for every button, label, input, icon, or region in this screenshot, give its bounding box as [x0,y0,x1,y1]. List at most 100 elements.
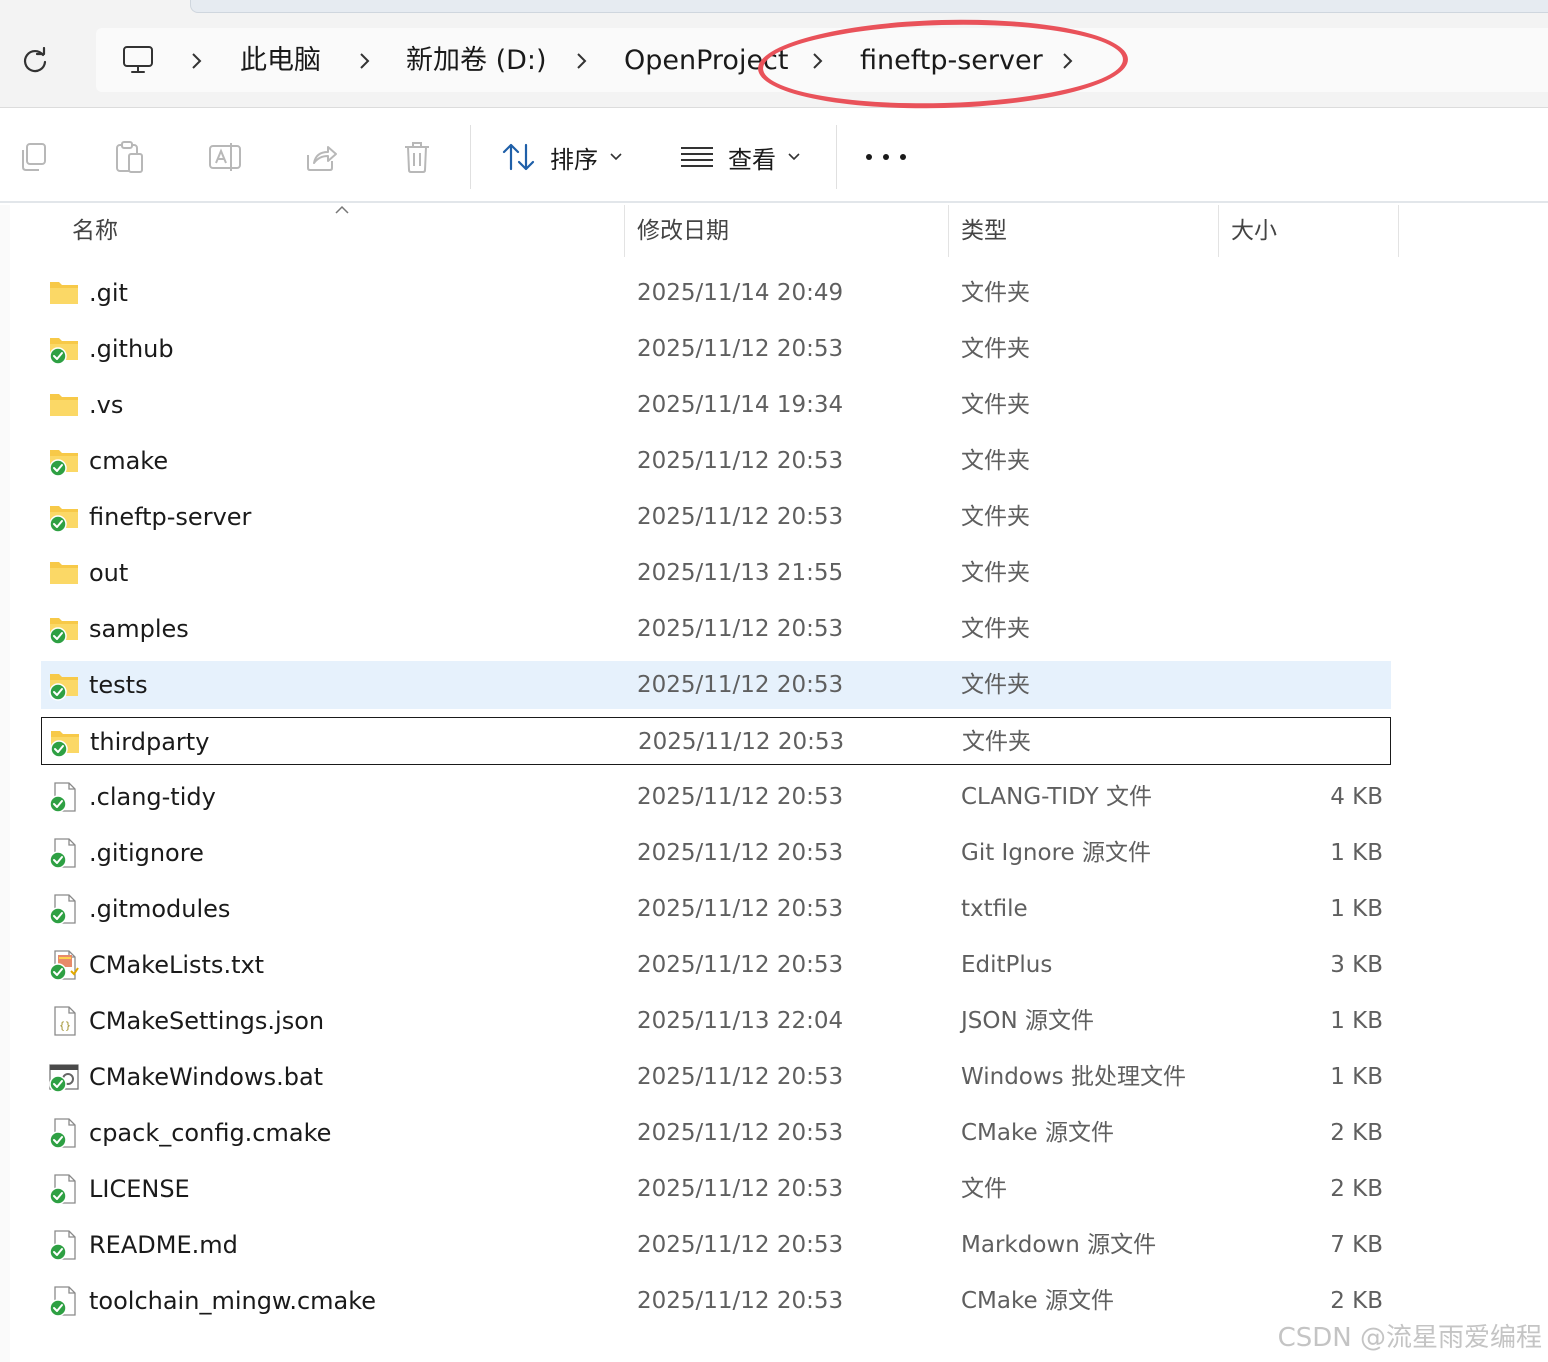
column-header-size[interactable]: 大小 [1231,205,1277,257]
delete-button[interactable] [398,137,436,177]
file-size: 7 KB [1330,1232,1383,1258]
clipboard-icon [116,141,143,173]
folder-synced-icon [49,450,78,477]
file-date: 2025/11/12 20:53 [637,896,844,922]
table-row[interactable]: out 2025/11/13 21:55 文件夹 [41,549,1391,597]
file-name: .gitignore [89,839,204,867]
file-size: 3 KB [1330,952,1383,978]
table-row[interactable]: README.md 2025/11/12 20:53 Markdown 源文件 7 K… [41,1221,1391,1269]
file-name: LICENSE [89,1175,190,1203]
file-name: fineftp-server [89,503,252,531]
file-type: Markdown 源文件 [961,1232,1157,1258]
file-name: CMakeLists.txt [89,951,265,979]
this-pc-button[interactable] [120,42,156,78]
chevron-right-icon[interactable] [571,48,593,74]
file-date: 2025/11/12 20:53 [637,1176,844,1202]
file-name: thirdparty [90,728,210,756]
more-dot-icon [900,154,906,160]
more-dot-icon [866,154,872,160]
paste-button[interactable] [110,137,148,177]
breadcrumb-item-openproject[interactable]: OpenProject [624,40,789,82]
file-type: 文件夹 [961,336,1030,362]
chevron-down-icon [788,153,800,161]
file-type: 文件夹 [961,448,1030,474]
nav-pane-edge [0,205,10,1362]
chevron-right-icon[interactable] [186,48,208,74]
file-type: CMake 源文件 [961,1288,1114,1314]
table-row[interactable]: .clang-tidy 2025/11/12 20:53 CLANG-TIDY 文件… [41,773,1391,821]
watermark: CSDN @流星雨爱编程 [1277,1323,1542,1353]
chevron-right-icon[interactable] [807,48,829,74]
table-row[interactable]: LICENSE 2025/11/12 20:53 文件 2 KB [41,1165,1391,1213]
sort-label: 排序 [550,145,598,174]
column-divider[interactable] [1398,205,1399,257]
folder-synced-icon [49,674,78,701]
table-row[interactable]: .gitignore 2025/11/12 20:53 Git Ignore 源文件… [41,829,1391,877]
toolbar-divider [836,125,837,189]
breadcrumb-item-current[interactable]: fineftp-server [860,40,1043,82]
file-synced-icon [49,1230,76,1261]
more-options-button[interactable] [866,147,906,167]
file-size: 2 KB [1330,1176,1383,1202]
copy-button[interactable] [14,137,52,177]
sort-ascending-icon [335,205,349,214]
column-header-date[interactable]: 修改日期 [637,205,729,257]
monitor-icon [123,46,153,73]
table-row[interactable]: CMakeWindows.bat 2025/11/12 20:53 Windows … [41,1053,1391,1101]
chevron-right-icon[interactable] [1057,48,1079,74]
table-row[interactable]: tests 2025/11/12 20:53 文件夹 [41,661,1391,709]
file-date: 2025/11/12 20:53 [637,616,844,642]
file-type: CLANG-TIDY 文件 [961,784,1152,810]
table-row[interactable]: cpack_config.cmake 2025/11/12 20:53 CMake … [41,1109,1391,1157]
table-row[interactable]: {} CMakeSettings.json 2025/11/13 22:04 JSON… [41,997,1391,1045]
breadcrumb-item-this-pc[interactable]: 此电脑 [240,40,321,82]
file-type: 文件夹 [961,280,1030,306]
file-type: Windows 批处理文件 [961,1064,1186,1090]
more-dot-icon [883,154,889,160]
batch-file-icon [49,1064,79,1093]
chevron-right-icon[interactable] [354,48,376,74]
column-divider[interactable] [624,205,625,257]
file-size: 4 KB [1330,784,1383,810]
table-row[interactable]: .gitmodules 2025/11/12 20:53 txtfile 1 KB [41,885,1391,933]
breadcrumb-item-drive[interactable]: 新加卷 (D:) [406,40,547,82]
folder-synced-icon [50,731,79,758]
view-menu-button[interactable]: 查看 [680,135,800,179]
table-row[interactable]: fineftp-server 2025/11/12 20:53 文件夹 [41,493,1391,541]
table-row[interactable]: .vs 2025/11/14 19:34 文件夹 [41,381,1391,429]
folder-synced-icon [49,506,78,533]
file-date: 2025/11/12 20:53 [637,784,844,810]
table-row[interactable]: .github 2025/11/12 20:53 文件夹 [41,325,1391,373]
command-toolbar: 排序 查看 [0,109,1548,203]
file-date: 2025/11/12 20:53 [637,672,844,698]
file-date: 2025/11/14 19:34 [637,392,844,418]
file-list: 名称 修改日期 类型 大小 .git 2025/11/14 20:49 文件夹 .gi… [0,205,1548,1362]
file-date: 2025/11/12 20:53 [637,336,844,362]
table-row[interactable]: CMakeLists.txt 2025/11/12 20:53 EditPlus 3 … [41,941,1391,989]
column-divider[interactable] [1218,205,1219,257]
file-name: out [89,559,129,587]
file-size: 1 KB [1330,896,1383,922]
file-date: 2025/11/12 20:53 [637,1232,844,1258]
file-name: CMakeSettings.json [89,1007,325,1035]
table-row[interactable]: samples 2025/11/12 20:53 文件夹 [41,605,1391,653]
rename-button[interactable] [206,137,244,177]
folder-icon [50,282,78,304]
table-row[interactable]: cmake 2025/11/12 20:53 文件夹 [41,437,1391,485]
column-header-type[interactable]: 类型 [961,205,1007,257]
share-button[interactable] [302,137,340,177]
sort-menu-button[interactable]: 排序 [502,135,622,179]
file-date: 2025/11/13 21:55 [637,560,844,586]
file-name: .gitmodules [89,895,231,923]
file-date: 2025/11/12 20:53 [637,840,844,866]
refresh-button[interactable] [14,40,56,82]
table-row[interactable]: thirdparty 2025/11/12 20:53 文件夹 [41,717,1391,765]
refresh-icon [23,47,47,73]
column-divider[interactable] [948,205,949,257]
file-type: 文件夹 [961,392,1030,418]
file-type: txtfile [961,896,1028,922]
column-header-name[interactable]: 名称 [72,205,118,257]
table-row[interactable]: toolchain_mingw.cmake 2025/11/12 20:53 CMa… [41,1277,1391,1325]
file-type: 文件夹 [961,672,1030,698]
table-row[interactable]: .git 2025/11/14 20:49 文件夹 [41,269,1391,317]
